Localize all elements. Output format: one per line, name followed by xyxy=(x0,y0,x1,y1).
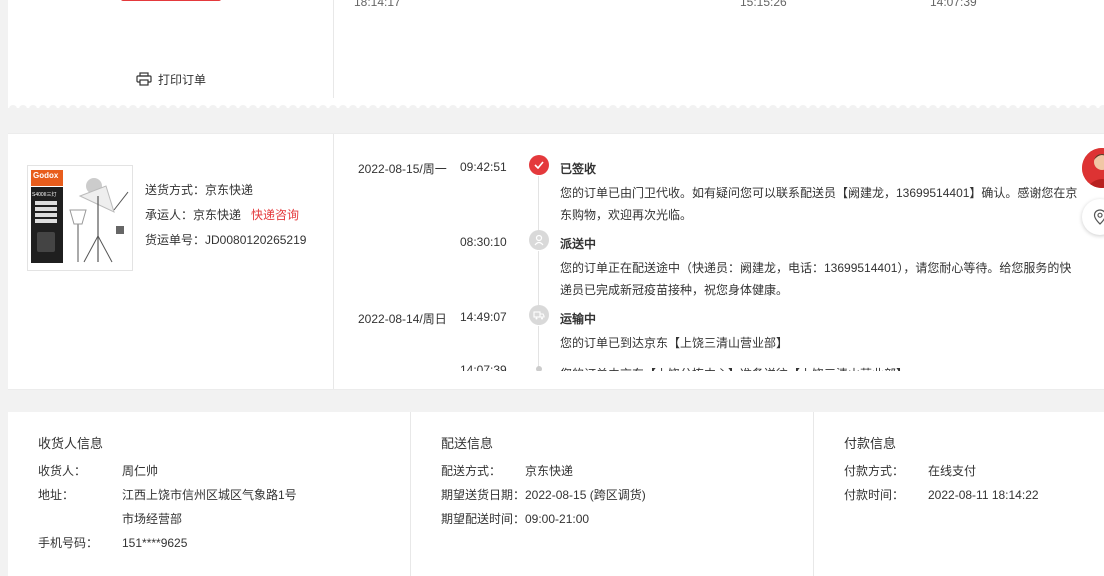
timeline-date: 2022-08-15/周一 xyxy=(358,162,447,176)
timeline-time: 09:42:51 xyxy=(460,160,507,174)
product-image: Godox S400II三灯 xyxy=(28,166,132,270)
print-order-link[interactable]: 打印订单 xyxy=(136,70,206,88)
info-value: 151****9625 xyxy=(122,536,188,550)
print-order-label: 打印订单 xyxy=(158,72,207,87)
carrier-row: 承运人： 京东快递 快递咨询 xyxy=(145,203,306,228)
delivery-method-row: 配送方式： 京东快递 xyxy=(441,459,646,483)
courier-icon xyxy=(529,230,549,250)
receiver-phone-row: 手机号码： 151****9625 xyxy=(38,531,297,555)
timeline-description: 您的订单由京东【上饶分拣中心】准备送往【上饶三清山营业部】 xyxy=(560,363,1080,371)
timeline-date: 2022-08-14/周日 xyxy=(358,312,447,326)
info-key: 期望送货日期： xyxy=(441,488,526,502)
shipping-details: 送货方式： 京东快递 承运人： 京东快递 快递咨询 货运单号： JD008012… xyxy=(145,178,306,253)
info-key: 付款时间： xyxy=(844,488,905,502)
timeline-status: 运输中 xyxy=(560,312,597,326)
info-value: 江西上饶市信州区城区气象路1号 xyxy=(122,488,297,502)
model-logo-text: S400II三灯 xyxy=(32,191,56,198)
progress-time-1: 18:14:17 xyxy=(354,0,401,9)
info-value: 09:00-21:00 xyxy=(525,512,590,526)
receiver-address-row: 地址： 江西上饶市信州区城区气象路1号 xyxy=(38,483,297,507)
delivery-title: 配送信息 xyxy=(441,436,494,451)
delivery-date-row: 期望送货日期： 2022-08-15 (跨区调货) xyxy=(441,483,646,507)
shipping-method-row: 送货方式： 京东快递 xyxy=(145,178,306,203)
carrier-label: 承运人： xyxy=(145,208,194,222)
payment-time-row: 付款时间： 2022-08-11 18:14:22 xyxy=(844,483,1039,507)
receiver-info: 收货人信息 收货人： 周仁帅 地址： 江西上饶市信州区城区气象路1号 市场经营部… xyxy=(8,412,411,576)
timeline-time: 14:49:07 xyxy=(460,310,507,324)
order-status-card: 打印订单 18:14:17 15:15:26 14:07:39 xyxy=(8,0,1104,108)
info-key: 期望配送时间： xyxy=(441,512,526,526)
truck-icon xyxy=(529,305,549,325)
timeline-description: 您的订单正在配送途中（快递员：阙建龙，电话：13699514401），请您耐心等… xyxy=(560,261,1072,297)
payment-method-row: 付款方式： 在线支付 xyxy=(844,459,1039,483)
package-info: Godox S400II三灯 送货方式： 京东快递 承运人： 京东快递 快递咨询… xyxy=(8,134,334,389)
timeline-line xyxy=(538,176,539,234)
receiver-name-row: 收货人： 周仁帅 xyxy=(38,459,297,483)
timeline-status: 派送中 xyxy=(560,237,597,251)
brand-logo-text: Godox xyxy=(33,171,59,180)
timeline-line xyxy=(538,251,539,309)
printer-icon xyxy=(136,72,152,86)
timeline-time: 08:30:10 xyxy=(460,235,507,249)
timeline-status: 已签收 xyxy=(560,162,597,176)
info-value: 市场经营部 xyxy=(122,512,183,526)
dot-icon xyxy=(536,366,542,371)
receiver-title: 收货人信息 xyxy=(38,436,104,451)
order-status-left: 打印订单 xyxy=(8,0,334,98)
waybill-row: 货运单号： JD0080120265219 xyxy=(145,228,306,253)
info-key: 收货人： xyxy=(38,464,87,478)
courier-consult-link[interactable]: 快递咨询 xyxy=(251,203,299,228)
waybill-value: JD0080120265219 xyxy=(205,233,307,247)
shipping-method-label: 送货方式： xyxy=(145,183,206,197)
product-thumbnail[interactable]: Godox S400II三灯 xyxy=(27,165,133,271)
action-button-edge[interactable] xyxy=(121,0,221,1)
info-value: 在线支付 xyxy=(928,464,977,478)
info-value: 京东快递 xyxy=(525,464,574,478)
info-value: 2022-08-11 18:14:22 xyxy=(928,488,1039,502)
shipping-method-value: 京东快递 xyxy=(205,183,254,197)
card-scallop-edge xyxy=(8,100,1104,108)
waybill-label: 货运单号： xyxy=(145,233,206,247)
logistics-card: Godox S400II三灯 送货方式： 京东快递 承运人： 京东快递 快递咨询… xyxy=(8,133,1104,390)
info-key: 配送方式： xyxy=(441,464,502,478)
info-key: 手机号码： xyxy=(38,536,99,550)
payment-info: 付款信息 付款方式： 在线支付 付款时间： 2022-08-11 18:14:2… xyxy=(814,412,1104,576)
timeline-description: 您的订单已由门卫代收。如有疑问您可以联系配送员【阙建龙，13699514401】… xyxy=(560,186,1078,222)
info-key xyxy=(38,507,122,531)
check-icon xyxy=(529,155,549,175)
timeline-line xyxy=(538,326,539,370)
info-key: 付款方式： xyxy=(844,464,905,478)
delivery-time-row: 期望配送时间： 09:00-21:00 xyxy=(441,507,646,531)
timeline-description: 您的订单已到达京东【上饶三清山营业部】 xyxy=(560,336,789,350)
receiver-address-row-2: 市场经营部 xyxy=(38,507,297,531)
payment-title: 付款信息 xyxy=(844,436,897,451)
timeline-time: 14:07:39 xyxy=(460,363,507,371)
delivery-info: 配送信息 配送方式： 京东快递 期望送货日期： 2022-08-15 (跨区调货… xyxy=(411,412,814,576)
location-pin-icon xyxy=(1093,209,1104,225)
info-key: 地址： xyxy=(38,488,75,502)
info-value: 周仁帅 xyxy=(122,464,159,478)
progress-time-3: 14:07:39 xyxy=(930,0,977,9)
order-info-card: 收货人信息 收货人： 周仁帅 地址： 江西上饶市信州区城区气象路1号 市场经营部… xyxy=(8,412,1104,576)
info-value: 2022-08-15 (跨区调货) xyxy=(525,488,646,502)
carrier-value: 京东快递 xyxy=(193,208,242,222)
tracking-timeline[interactable]: 2022-08-15/周一 09:42:51 已签收 您的订单已由门卫代收。如有… xyxy=(335,134,1104,371)
progress-time-2: 15:15:26 xyxy=(740,0,787,9)
